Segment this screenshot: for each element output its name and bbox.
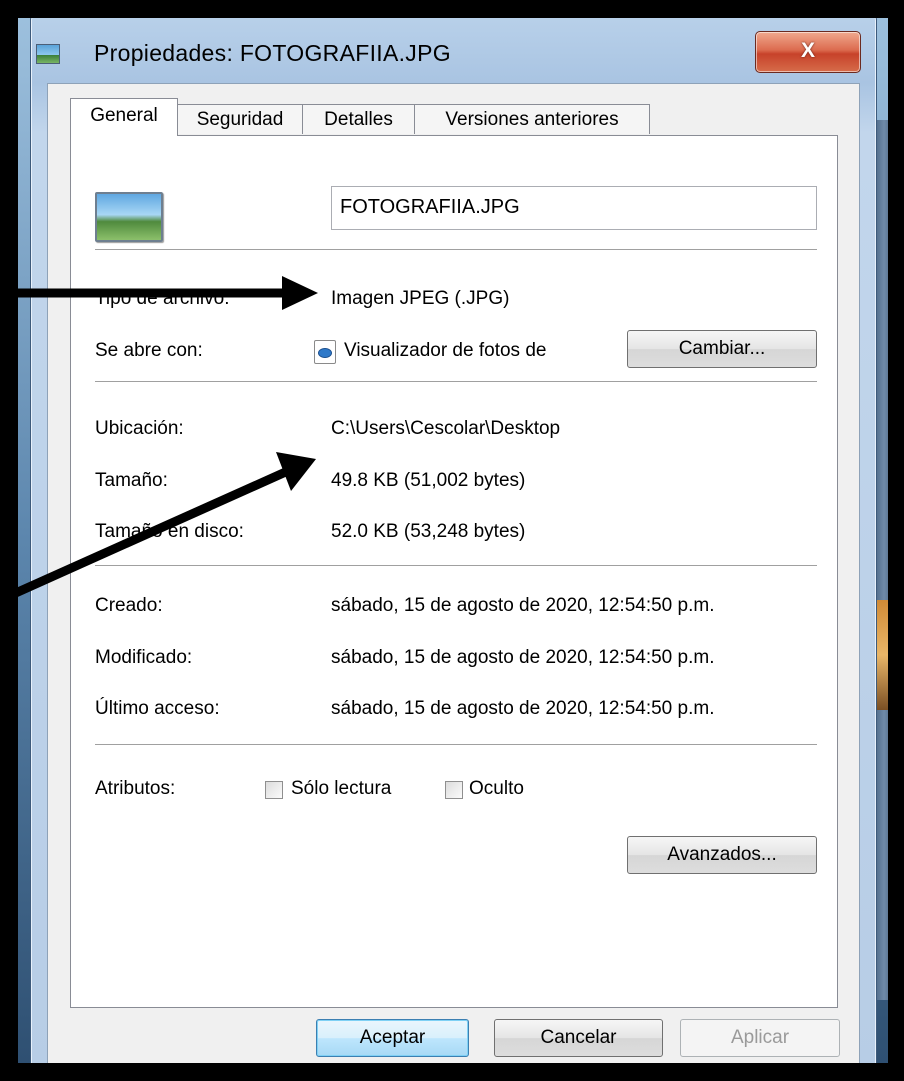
ok-button[interactable]: Aceptar — [316, 1019, 469, 1057]
opens-with-value: Visualizador de fotos de — [344, 340, 547, 361]
tab-detalles[interactable]: Detalles — [302, 104, 415, 134]
advanced-button[interactable]: Avanzados... — [627, 836, 817, 874]
size-on-disk-value: 52.0 KB (53,248 bytes) — [331, 521, 526, 542]
location-value: C:\Users\Cescolar\Desktop — [331, 418, 561, 439]
photo-viewer-icon — [314, 340, 336, 364]
attributes-label: Atributos: — [95, 778, 176, 799]
close-button[interactable]: X — [755, 31, 861, 73]
separator — [95, 381, 817, 382]
hidden-label[interactable]: Oculto — [469, 778, 524, 800]
separator — [95, 249, 817, 250]
last-access-label: Último acceso: — [95, 698, 220, 719]
last-access-value: sábado, 15 de agosto de 2020, 12:54:50 p… — [331, 698, 715, 719]
jpeg-thumbnail-icon — [95, 192, 163, 242]
file-type-value: Imagen JPEG (.JPG) — [331, 288, 510, 309]
window-title: Propiedades: FOTOGRAFIIA.JPG — [94, 40, 451, 66]
size-value: 49.8 KB (51,002 bytes) — [331, 470, 526, 491]
cancel-button[interactable]: Cancelar — [494, 1019, 663, 1057]
readonly-checkbox[interactable] — [265, 781, 283, 799]
file-name-field[interactable]: FOTOGRAFIIA.JPG — [331, 186, 817, 230]
size-label: Tamaño: — [95, 470, 168, 491]
created-label: Creado: — [95, 595, 163, 616]
size-on-disk-label: Tamaño en disco: — [95, 521, 244, 542]
created-value: sábado, 15 de agosto de 2020, 12:54:50 p… — [331, 595, 715, 616]
opens-with-label: Se abre con: — [95, 340, 203, 361]
hidden-checkbox[interactable] — [445, 781, 463, 799]
modified-label: Modificado: — [95, 647, 193, 668]
general-tab-panel: FOTOGRAFIIA.JPG Tipo de archivo: Imagen … — [70, 135, 838, 1008]
apply-button[interactable]: Aplicar — [680, 1019, 840, 1057]
separator — [95, 744, 817, 745]
location-label: Ubicación: — [95, 418, 184, 439]
readonly-label[interactable]: Sólo lectura — [291, 778, 391, 800]
tab-general[interactable]: General — [70, 98, 178, 136]
modified-value: sábado, 15 de agosto de 2020, 12:54:50 p… — [331, 647, 715, 668]
separator — [95, 565, 817, 566]
title-bar[interactable]: Propiedades: FOTOGRAFIIA.JPG X — [31, 13, 876, 83]
change-button[interactable]: Cambiar... — [627, 330, 817, 368]
tab-seguridad[interactable]: Seguridad — [177, 104, 303, 134]
dialog-client-area: General Seguridad Detalles Versiones ant… — [47, 83, 860, 1065]
tab-versiones-anteriores[interactable]: Versiones anteriores — [414, 104, 650, 134]
image-file-icon — [36, 44, 60, 64]
properties-dialog: Propiedades: FOTOGRAFIIA.JPG X General S… — [30, 12, 877, 1074]
file-type-label: Tipo de archivo: — [95, 288, 230, 309]
